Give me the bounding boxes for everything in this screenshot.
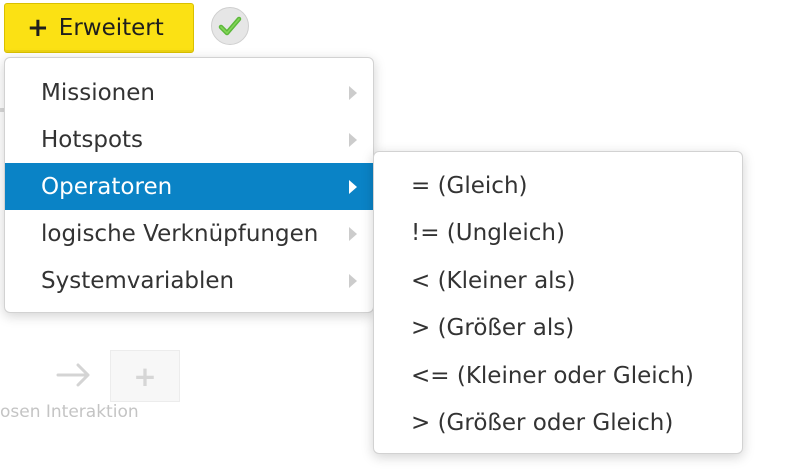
menu-item-logische-verknuepfungen[interactable]: logische Verknüpfungen: [5, 210, 373, 257]
menu-item-label: Operatoren: [41, 173, 173, 200]
submenu-item-gleich[interactable]: = (Gleich): [374, 162, 742, 210]
menu-item-label: Hotspots: [41, 126, 144, 153]
menu-item-label: logische Verknüpfungen: [41, 220, 319, 247]
chevron-right-icon: [349, 179, 357, 194]
plus-icon: +: [133, 359, 157, 393]
erweitert-button[interactable]: + Erweitert: [4, 3, 194, 53]
menu-item-systemvariablen[interactable]: Systemvariablen: [5, 257, 373, 304]
submenu-item-groesser-als[interactable]: > (Größer als): [374, 305, 742, 353]
operatoren-submenu: = (Gleich) != (Ungleich) < (Kleiner als)…: [373, 151, 743, 454]
menu-item-operatoren[interactable]: Operatoren: [5, 163, 373, 210]
erweitert-button-label: Erweitert: [58, 15, 164, 41]
menu-item-missionen[interactable]: Missionen: [5, 69, 373, 116]
menu-item-label: Systemvariablen: [41, 267, 235, 294]
submenu-item-kleiner-als[interactable]: < (Kleiner als): [374, 257, 742, 305]
interaction-label: osen Interaktion: [0, 402, 139, 422]
menu-item-hotspots[interactable]: Hotspots: [5, 116, 373, 163]
erweitert-dropdown-menu: Missionen Hotspots Operatoren logische V…: [4, 57, 374, 313]
menu-item-label: Missionen: [41, 79, 155, 106]
submenu-item-groesser-oder-gleich[interactable]: > (Größer oder Gleich): [374, 400, 742, 448]
submenu-item-kleiner-oder-gleich[interactable]: <= (Kleiner oder Gleich): [374, 352, 742, 400]
chevron-right-icon: [349, 132, 357, 147]
chevron-right-icon: [349, 226, 357, 241]
arrow-right-icon: [56, 363, 90, 387]
chevron-right-icon: [349, 273, 357, 288]
plus-icon: +: [27, 13, 49, 43]
add-interaction-button[interactable]: +: [110, 350, 180, 402]
check-icon[interactable]: [211, 7, 249, 45]
app-root: + Erweitert + osen Interaktion Missionen…: [0, 0, 792, 476]
submenu-item-ungleich[interactable]: != (Ungleich): [374, 210, 742, 258]
chevron-right-icon: [349, 85, 357, 100]
